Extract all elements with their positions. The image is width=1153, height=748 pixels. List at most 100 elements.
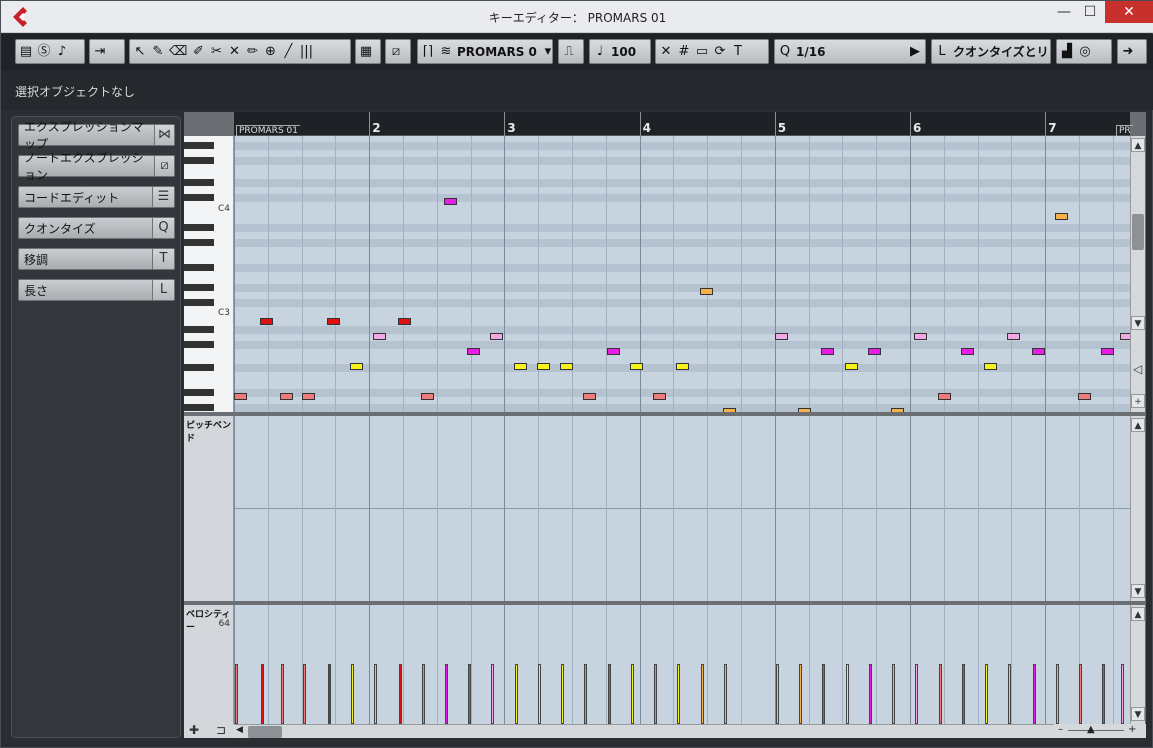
velocity-bar[interactable] (1101, 664, 1105, 724)
arrow-tool-icon[interactable]: ↖ (133, 44, 147, 59)
velocity-bar[interactable] (490, 664, 494, 724)
inspector-expression-map[interactable]: エクスプレッションマップ ⋈ (18, 120, 175, 151)
midi-note[interactable] (350, 363, 364, 370)
draw-tool-icon[interactable]: ✎ (151, 44, 165, 59)
ruler[interactable]: PROMARS 01 PR 2 3 4 5 6 7 (234, 112, 1133, 136)
inspector-toggle-icon[interactable]: ▤ (19, 44, 33, 59)
inspector-note-expression[interactable]: ノートエクスプレッション ⧄ (18, 151, 175, 182)
midi-note[interactable] (1054, 213, 1068, 220)
velocity-bar[interactable] (1055, 664, 1059, 724)
scroll-up-icon[interactable]: ▲ (1131, 138, 1145, 152)
midi-note[interactable] (513, 363, 527, 370)
midi-note[interactable] (234, 393, 247, 400)
step-input-icon[interactable]: ▦ (359, 44, 373, 59)
midi-note[interactable] (259, 318, 273, 325)
black-key[interactable] (184, 284, 214, 291)
scroll-down-icon[interactable]: ▼ (1131, 584, 1145, 598)
velocity-bar[interactable] (280, 664, 284, 724)
line-tool-icon[interactable]: ╱ (281, 44, 295, 59)
midi-note[interactable] (420, 393, 434, 400)
velocity-bar[interactable] (374, 664, 378, 724)
velocity-bar[interactable] (869, 664, 873, 724)
zoom-plus-icon[interactable]: + (1131, 394, 1145, 408)
midi-note[interactable] (582, 393, 596, 400)
midi-note[interactable] (397, 318, 411, 325)
length-quantize-selector[interactable]: L クオンタイズとリン (931, 39, 1051, 64)
midi-note[interactable] (891, 408, 905, 412)
midi-note[interactable] (327, 318, 341, 325)
velocity-bar[interactable] (821, 664, 825, 724)
velocity-bar[interactable] (260, 664, 264, 724)
midi-note[interactable] (301, 393, 315, 400)
scroll-left-icon[interactable]: ◀ (236, 725, 243, 735)
midi-note[interactable] (820, 348, 834, 355)
velocity-bar[interactable] (724, 664, 728, 724)
midi-note[interactable] (466, 348, 480, 355)
pitchbend-lane[interactable] (234, 416, 1130, 601)
vscroll-thumb[interactable] (1132, 214, 1144, 250)
velocity-bar[interactable] (467, 664, 471, 724)
velocity-lane[interactable] (234, 605, 1130, 724)
zoom-tool-icon[interactable]: ⊕ (263, 44, 277, 59)
glue-tool-icon[interactable]: ✏ (245, 44, 259, 59)
horizontal-scrollbar[interactable]: ◀ (234, 724, 1130, 738)
black-key[interactable] (184, 264, 214, 271)
part-selector[interactable]: ⌈⌉ ≋ PROMARS 0 ▾ (417, 39, 553, 64)
velocity-bar[interactable] (701, 664, 705, 724)
velocity-bar[interactable] (892, 664, 896, 724)
hash-icon[interactable]: # (677, 44, 691, 59)
arrow-right-icon[interactable]: ➜ (1121, 44, 1135, 59)
velocity-bar[interactable] (631, 664, 635, 724)
split-tool-icon[interactable]: ✂ (209, 44, 223, 59)
velocity-bar[interactable] (608, 664, 612, 724)
velocity-bar[interactable] (398, 664, 402, 724)
midi-note[interactable] (700, 288, 714, 295)
close-button[interactable]: ✕ (1105, 1, 1153, 23)
midi-note[interactable] (443, 198, 457, 205)
midi-note[interactable] (630, 363, 644, 370)
inspector-quantize[interactable]: クオンタイズ Q (18, 217, 175, 239)
black-key[interactable] (184, 326, 214, 333)
velocity-bar[interactable] (328, 664, 332, 724)
velocity-bar[interactable] (677, 664, 681, 724)
velocity-bar[interactable] (1008, 664, 1012, 724)
midi-note[interactable] (489, 333, 503, 340)
hscroll-thumb[interactable] (248, 726, 282, 738)
velocity-bar[interactable] (302, 664, 306, 724)
scroll-up-icon[interactable]: ▲ (1131, 607, 1145, 621)
midi-note[interactable] (279, 393, 293, 400)
pitchbend-vscroll[interactable]: ▲ ▼ (1130, 416, 1145, 601)
velocity-bar[interactable] (1032, 664, 1036, 724)
autoscroll-icon[interactable]: ⇥ (93, 44, 107, 59)
midi-note[interactable] (723, 408, 737, 412)
velocity-bar[interactable] (560, 664, 564, 724)
note-grid-vscroll[interactable]: ▲ ▼ ◁ + (1130, 136, 1145, 412)
midi-note[interactable] (653, 393, 667, 400)
acoustic-feedback-icon[interactable]: ⧄ (389, 44, 403, 59)
inspector-chord-edit[interactable]: コードエディット ☰ (18, 186, 175, 208)
x-icon[interactable]: ✕ (659, 44, 673, 59)
velocity-bar[interactable] (537, 664, 541, 724)
add-lane-icon[interactable]: ✚ (189, 723, 199, 737)
quantize-selector[interactable]: Q 1/16 ▶ (774, 39, 926, 64)
black-key[interactable] (184, 404, 214, 411)
midi-note[interactable] (1031, 348, 1045, 355)
maximize-button[interactable]: ☐ (1073, 1, 1107, 23)
scroll-up-icon[interactable]: ▲ (1131, 418, 1145, 432)
zoom-triangle-icon[interactable]: ◁ (1133, 362, 1142, 376)
zoom-out-icon[interactable]: – (1058, 724, 1063, 735)
black-key[interactable] (184, 364, 214, 371)
midi-note[interactable] (938, 393, 952, 400)
piano-keyboard[interactable]: C4 C3 (184, 136, 234, 412)
black-key[interactable] (184, 341, 214, 348)
grid-icon[interactable]: ▭ (695, 44, 709, 59)
scroll-down-icon[interactable]: ▼ (1131, 707, 1145, 721)
zoom-slider-thumb-icon[interactable]: ▲ (1087, 724, 1095, 735)
velocity-bar[interactable] (235, 664, 238, 724)
pitchbend-lane-header[interactable]: ピッチベンド (184, 416, 234, 601)
horizontal-zoom[interactable]: – ▲ + (1054, 724, 1146, 738)
velocity-bar[interactable] (1078, 664, 1082, 724)
velocity-bar[interactable] (775, 664, 779, 724)
black-key[interactable] (184, 239, 214, 246)
velocity-bar[interactable] (915, 664, 919, 724)
